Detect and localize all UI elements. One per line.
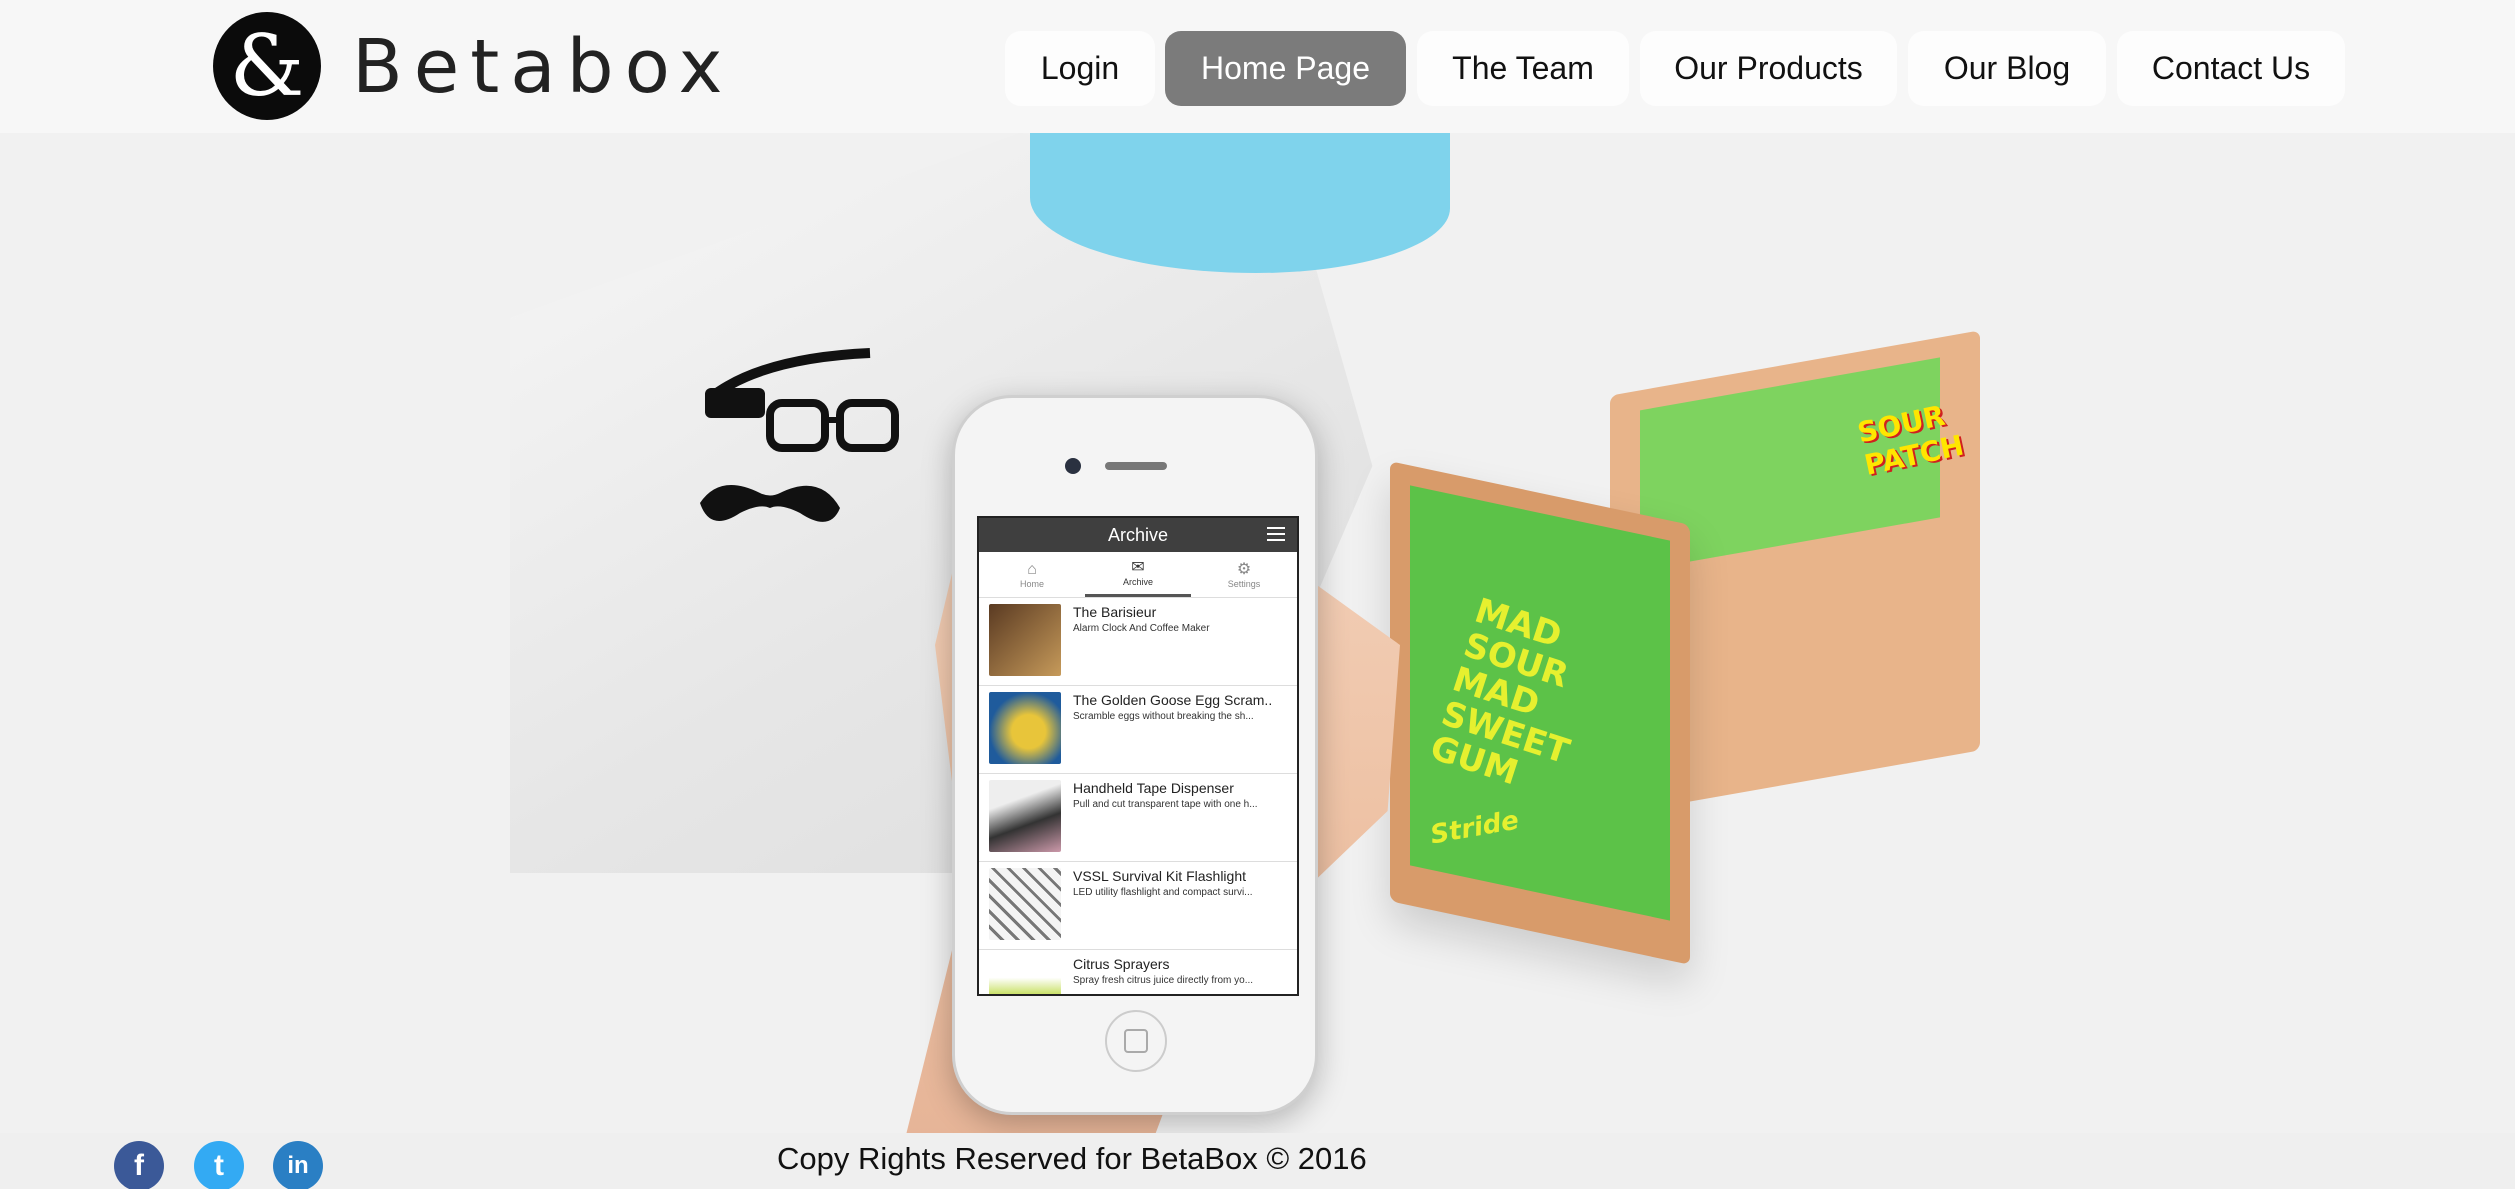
logo-icon[interactable]: & [213,12,321,120]
list-item: The Barisieur Alarm Clock And Coffee Mak… [979,598,1297,686]
item-thumbnail [989,692,1061,764]
item-thumbnail [989,780,1061,852]
gum-box-graphic: SOUR PATCH MAD SOUR MAD SWEET GUM Stride [1390,283,1990,965]
linkedin-icon[interactable]: in [273,1141,323,1189]
item-thumbnail [989,868,1061,940]
list-item: The Golden Goose Egg Scram.. Scramble eg… [979,686,1297,774]
inbox-icon: ✉ [1131,559,1145,576]
brand-name[interactable]: Betabox [352,22,733,112]
hero-image: SOUR PATCH MAD SOUR MAD SWEET GUM Stride… [0,133,2515,1133]
mustache-graphic [700,485,840,522]
app-title-bar: Archive [979,518,1297,552]
nav-contact-us[interactable]: Contact Us [2117,31,2345,106]
nav-home-page[interactable]: Home Page [1165,31,1406,106]
list-item: Citrus Sprayers Spray fresh citrus juice… [979,950,1297,994]
phone-speaker [1105,462,1167,470]
tab-settings: ⚙ Settings [1227,560,1261,589]
menu-icon [1267,527,1285,541]
phone-camera [1065,458,1081,474]
tab-archive: ✉ Archive [1085,552,1191,597]
gear-icon: ⚙ [1236,560,1252,578]
site-footer: f t in Copy Rights Reserved for BetaBox … [0,1133,2515,1189]
nav-our-products[interactable]: Our Products [1640,31,1897,106]
app-tab-bar: ⌂ Home ✉ Archive ⚙ Settings [979,552,1297,598]
twitter-icon[interactable]: t [194,1141,244,1189]
list-item: Handheld Tape Dispenser Pull and cut tra… [979,774,1297,862]
site-header: & Betabox Login Home Page The Team Our P… [0,0,2515,133]
list-item: VSSL Survival Kit Flashlight LED utility… [979,862,1297,950]
item-thumbnail [989,956,1061,994]
item-thumbnail [989,604,1061,676]
app-title: Archive [1107,524,1169,545]
nav-login[interactable]: Login [1005,31,1155,106]
nav-our-blog[interactable]: Our Blog [1908,31,2106,106]
phone-screen: Archive ⌂ Home ✉ Archive ⚙ Settings The … [977,516,1299,996]
facebook-icon[interactable]: f [114,1141,164,1189]
tab-home: ⌂ Home [1019,560,1044,589]
copyright-text: Copy Rights Reserved for BetaBox © 2016 [777,1141,1367,1176]
glasses-graphic [705,348,899,452]
home-icon: ⌂ [1027,560,1037,578]
nav-the-team[interactable]: The Team [1417,31,1629,106]
phone-home-button [1105,1010,1167,1072]
phone-mockup: Archive ⌂ Home ✉ Archive ⚙ Settings The … [952,395,1318,1115]
